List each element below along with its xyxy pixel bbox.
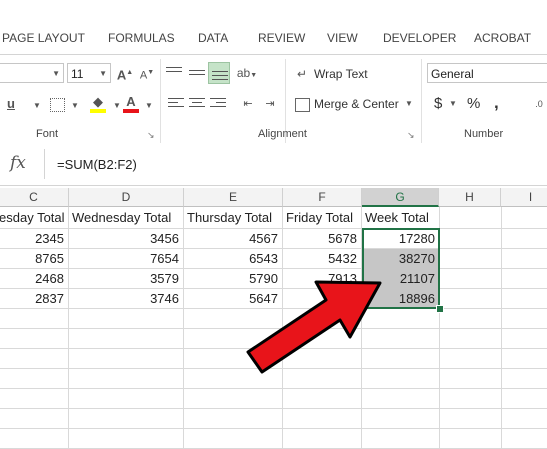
red-arrow-icon: [246, 280, 382, 374]
